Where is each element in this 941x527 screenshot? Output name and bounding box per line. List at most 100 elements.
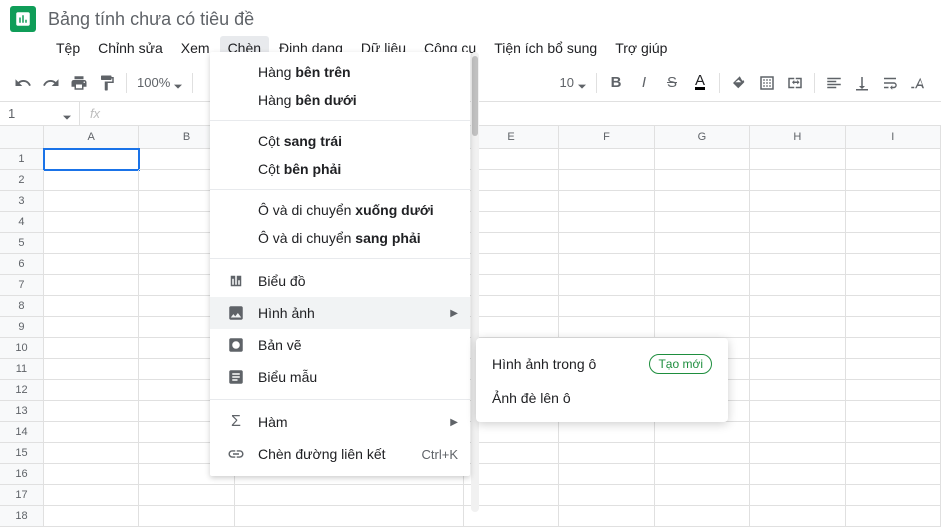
cell[interactable] [44, 296, 139, 317]
fontsize-select[interactable]: 10 [556, 75, 590, 90]
rotate-button[interactable] [905, 70, 931, 96]
sheets-logo[interactable] [10, 6, 36, 32]
cell[interactable] [655, 317, 750, 338]
row-header[interactable]: 5 [0, 233, 44, 254]
cell[interactable] [750, 254, 845, 275]
row-header[interactable]: 13 [0, 401, 44, 422]
cell[interactable] [44, 359, 139, 380]
insert-row-below[interactable]: Hàng bên dưới [210, 86, 470, 114]
cell[interactable] [846, 233, 941, 254]
cell[interactable] [846, 464, 941, 485]
row-header[interactable]: 2 [0, 170, 44, 191]
col-header[interactable]: I [846, 126, 941, 148]
cell[interactable] [655, 464, 750, 485]
cell[interactable] [559, 191, 654, 212]
cell[interactable] [750, 296, 845, 317]
cell[interactable] [846, 149, 941, 170]
insert-cells-down[interactable]: Ô và di chuyển xuống dưới [210, 196, 470, 224]
insert-row-above[interactable]: Hàng bên trên [210, 58, 470, 86]
cell[interactable] [846, 254, 941, 275]
cell[interactable] [655, 443, 750, 464]
text-color-button[interactable]: A [687, 70, 713, 96]
name-box[interactable]: 1 [0, 102, 80, 125]
insert-cells-right[interactable]: Ô và di chuyển sang phải [210, 224, 470, 252]
halign-button[interactable] [821, 70, 847, 96]
cell[interactable] [44, 401, 139, 422]
cell[interactable] [559, 506, 654, 527]
cell[interactable] [44, 464, 139, 485]
document-title[interactable]: Bảng tính chưa có tiêu đề [48, 9, 254, 30]
cell[interactable] [846, 401, 941, 422]
cell[interactable] [44, 380, 139, 401]
print-button[interactable] [66, 70, 92, 96]
insert-image[interactable]: Hình ảnh▶ [210, 297, 470, 329]
cell[interactable] [750, 443, 845, 464]
cell[interactable] [139, 485, 234, 506]
fill-color-button[interactable] [726, 70, 752, 96]
cell[interactable] [44, 506, 139, 527]
cell[interactable] [559, 296, 654, 317]
cell[interactable] [655, 296, 750, 317]
cell[interactable] [750, 338, 845, 359]
cell[interactable] [559, 254, 654, 275]
col-header[interactable]: H [750, 126, 845, 148]
cell[interactable] [846, 170, 941, 191]
cell[interactable] [655, 254, 750, 275]
col-header[interactable]: F [559, 126, 654, 148]
cell[interactable] [846, 212, 941, 233]
cell[interactable] [139, 506, 234, 527]
row-header[interactable]: 3 [0, 191, 44, 212]
insert-link[interactable]: Chèn đường liên kếtCtrl+K [210, 438, 470, 470]
borders-button[interactable] [754, 70, 780, 96]
cell[interactable] [559, 422, 654, 443]
zoom-select[interactable]: 100% [133, 75, 186, 90]
dropdown-scrollbar[interactable] [471, 52, 479, 512]
row-header[interactable]: 11 [0, 359, 44, 380]
cell[interactable] [750, 485, 845, 506]
cell[interactable] [846, 338, 941, 359]
row-header[interactable]: 18 [0, 506, 44, 527]
row-header[interactable]: 4 [0, 212, 44, 233]
cell[interactable] [559, 212, 654, 233]
menu-tiện-ích-bổ-sung[interactable]: Tiện ích bổ sung [486, 36, 605, 60]
cell[interactable] [235, 506, 464, 527]
cell[interactable] [750, 149, 845, 170]
cell[interactable] [559, 464, 654, 485]
cell[interactable] [750, 275, 845, 296]
strikethrough-button[interactable]: S [659, 70, 685, 96]
insert-function[interactable]: ΣHàm▶ [210, 406, 470, 438]
cell[interactable] [846, 359, 941, 380]
cell[interactable] [846, 317, 941, 338]
cell[interactable] [44, 338, 139, 359]
cell[interactable] [750, 191, 845, 212]
cell[interactable] [655, 191, 750, 212]
insert-col-right[interactable]: Cột bên phải [210, 155, 470, 183]
wrap-button[interactable] [877, 70, 903, 96]
cell[interactable] [44, 149, 139, 170]
cell[interactable] [44, 275, 139, 296]
paint-format-button[interactable] [94, 70, 120, 96]
row-header[interactable]: 12 [0, 380, 44, 401]
menu-tệp[interactable]: Tệp [48, 36, 88, 60]
cell[interactable] [750, 170, 845, 191]
cell[interactable] [846, 296, 941, 317]
cell[interactable] [559, 317, 654, 338]
cell[interactable] [559, 485, 654, 506]
cell[interactable] [655, 212, 750, 233]
select-all-corner[interactable] [0, 126, 44, 148]
image-in-cell[interactable]: Hình ảnh trong ôTạo mới [476, 346, 728, 382]
menu-chỉnh-sửa[interactable]: Chỉnh sửa [90, 36, 171, 60]
menu-trợ-giúp[interactable]: Trợ giúp [607, 36, 675, 60]
valign-button[interactable] [849, 70, 875, 96]
cell[interactable] [750, 317, 845, 338]
cell[interactable] [44, 443, 139, 464]
image-over-cells[interactable]: Ảnh đè lên ô [476, 382, 728, 414]
undo-button[interactable] [10, 70, 36, 96]
col-header[interactable]: G [655, 126, 750, 148]
cell[interactable] [559, 149, 654, 170]
insert-drawing[interactable]: Bản vẽ [210, 329, 470, 361]
cell[interactable] [846, 380, 941, 401]
cell[interactable] [655, 422, 750, 443]
cell[interactable] [655, 170, 750, 191]
cell[interactable] [44, 485, 139, 506]
